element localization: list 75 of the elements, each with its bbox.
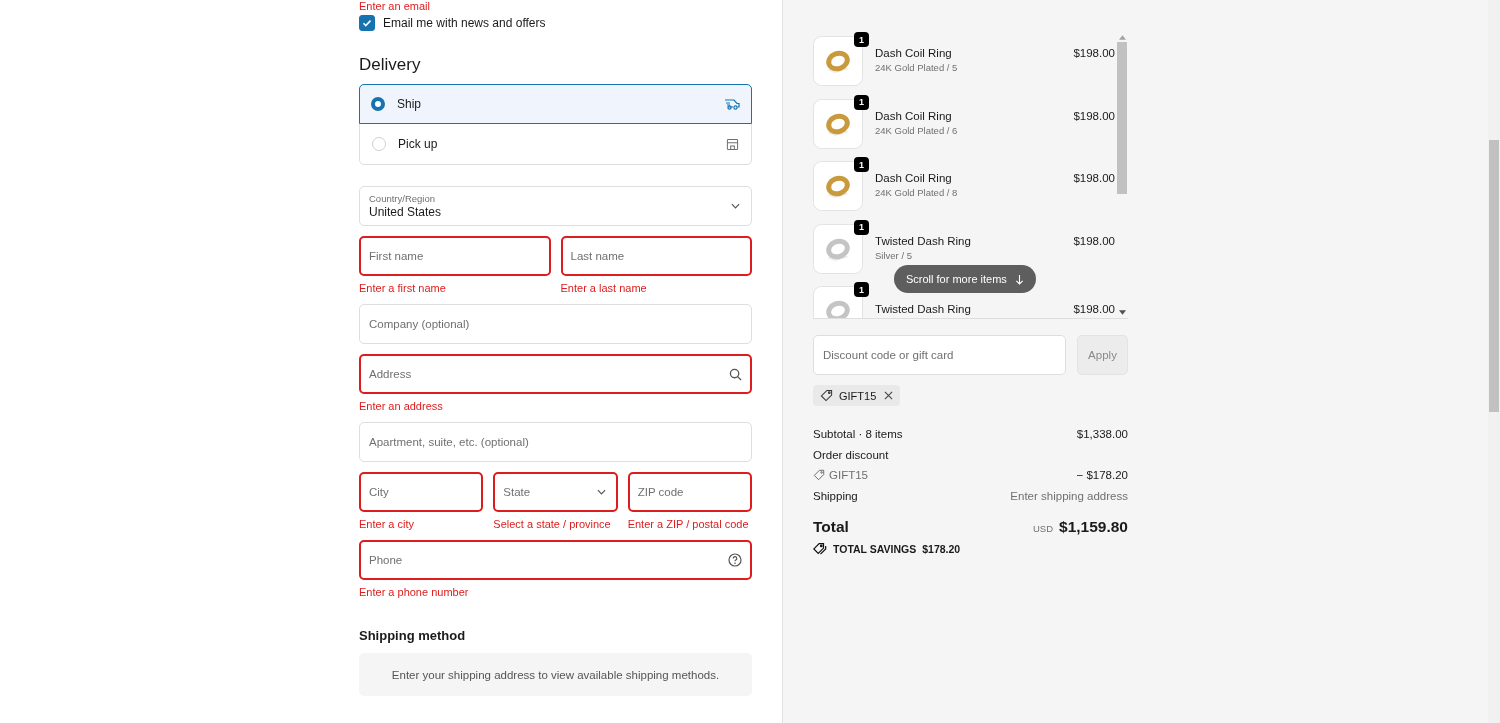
total-amount: $1,159.80 [1059,518,1128,536]
error-message: Enter a last name [560,282,648,294]
tag-icon [820,389,833,402]
currency-code: USD [1032,523,1054,534]
error-message: Enter a phone number [359,586,470,598]
quantity-badge: 1 [854,282,869,297]
store-icon [726,137,739,151]
savings-label: TOTAL SAVINGS [833,542,917,555]
error-message: Enter a first name [359,282,447,294]
quantity-badge: 1 [854,219,869,235]
input-field[interactable]: Last name [560,236,752,276]
discount-label: Order discount [813,448,889,461]
product-price: $198.00 [1073,233,1115,247]
product-variant: 24K Gold Plated / 8 [875,187,959,198]
product-name: Dash Coil Ring [875,47,953,59]
product-price: $198.00 [1073,46,1115,59]
product-name: Twisted Dash Ring [875,234,972,247]
scroll-down-icon[interactable] [1118,310,1126,315]
checkbox-label: Email me with news and offers [383,16,546,30]
scroll-hint-button[interactable]: Scroll for more items [894,265,1036,293]
savings-amount: $178.20 [922,542,961,555]
discount-field[interactable]: Discount code or gift card [813,335,1066,375]
product-variant: 24K Gold Plated / 5 [875,62,959,73]
discount-amount: − $178.20 [1076,469,1128,482]
error-message: Enter an address [359,400,444,412]
delivery-option[interactable]: Ship [359,84,752,124]
checkbox[interactable] [359,15,375,31]
error-message: Enter a ZIP / postal code [627,518,750,530]
error-message: Select a state / province [493,518,612,530]
arrow-down-icon [1014,273,1024,285]
remove-icon[interactable] [882,391,894,400]
apply-button[interactable]: Apply [1077,335,1128,375]
product-price: $198.00 [1073,171,1115,184]
subtotal-amount: $1,338.00 [1076,428,1128,441]
truck-icon [724,97,740,111]
state-select[interactable]: State [493,472,618,512]
product-price: $198.00 [1073,302,1115,315]
quantity-badge: 1 [854,94,869,110]
shipping-value: Enter shipping address [1010,489,1128,502]
shipping-label: Shipping [813,489,858,502]
tag-icon [813,469,825,482]
discount-code: GIFT15 [839,389,877,402]
country-select[interactable]: Country/Region United States [359,186,752,226]
section-heading: Shipping method [359,628,467,643]
input-field[interactable]: Address [359,354,752,394]
input-field[interactable]: Phone [359,540,752,580]
delivery-option[interactable]: Pick up [360,124,751,164]
quantity-badge: 1 [854,32,869,47]
chevron-down-icon [731,203,740,209]
search-icon [729,367,742,381]
error-message: Enter a city [359,518,416,530]
scrollbar[interactable] [1116,32,1128,318]
section-heading: Delivery [359,55,422,75]
product-variant: 24K Gold Plated / 6 [875,124,959,136]
product-name: Twisted Dash Ring [875,303,972,315]
chevron-down-icon [596,489,606,495]
input-field[interactable]: First name [359,236,551,276]
discount-code: GIFT15 [829,469,868,482]
product-variant: Silver / 5 [875,249,913,261]
product-name: Dash Coil Ring [875,109,953,122]
tags-icon [813,542,827,555]
quantity-badge: 1 [854,157,869,172]
input-field[interactable]: Apartment, suite, etc. (optional) [359,422,752,462]
product-name: Dash Coil Ring [875,172,953,184]
subtotal-label: Subtotal · 8 items [813,428,903,441]
product-price: $198.00 [1073,108,1115,122]
input-field[interactable]: ZIP code [627,472,752,512]
radio-button[interactable] [371,97,385,111]
total-label: Total [813,518,849,536]
scrollbar[interactable] [1488,0,1500,723]
help-icon[interactable] [728,553,742,567]
input-field[interactable]: City [359,472,484,512]
error-message: Enter an email [359,0,431,13]
input-field[interactable]: Company (optional) [359,304,752,344]
info-box: Enter your shipping address to view available shipping methods. [359,653,752,696]
